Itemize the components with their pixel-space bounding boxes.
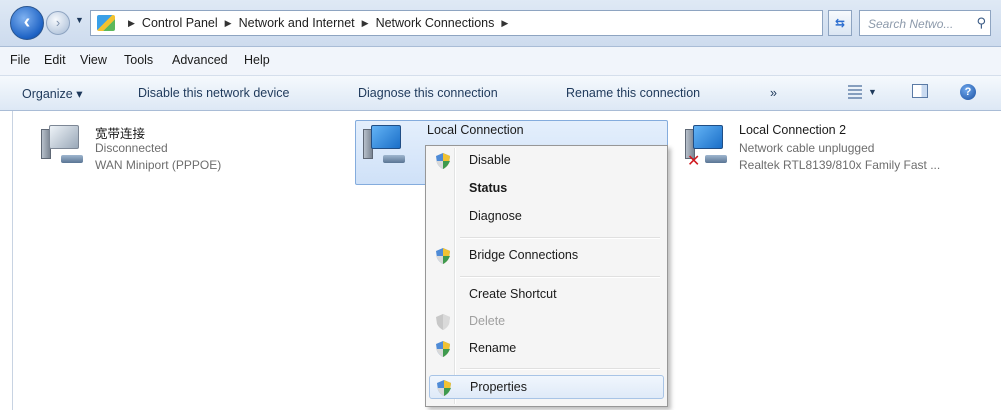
control-panel-icon — [97, 15, 115, 31]
connection-item[interactable]: ✕ Local Connection 2 Network cable unplu… — [683, 123, 998, 183]
menu-item-label: Rename — [469, 341, 517, 355]
breadcrumb-separator-icon[interactable]: ▶ — [225, 18, 232, 28]
menu-help[interactable]: Help — [244, 53, 270, 67]
menu-item-bridge-connections[interactable]: Bridge Connections — [429, 244, 664, 268]
shield-icon — [437, 380, 451, 396]
menu-item-label: Status — [469, 181, 508, 195]
menu-item-diagnose[interactable]: Diagnose — [429, 205, 664, 229]
network-computer-icon — [361, 125, 407, 165]
connection-status: Network cable unplugged — [739, 141, 875, 155]
menu-item-label: Create Shortcut — [469, 287, 557, 301]
shield-icon — [436, 248, 450, 264]
menu-tools[interactable]: Tools — [124, 53, 153, 67]
change-view-icon[interactable] — [848, 85, 862, 99]
shield-icon — [436, 153, 450, 169]
diagnose-connection-button[interactable]: Diagnose this connection — [358, 86, 498, 100]
connection-device: Realtek RTL8139/810x Family Fast ... — [739, 158, 941, 172]
menu-item-delete: Delete — [429, 310, 664, 334]
menu-separator — [460, 237, 660, 239]
disable-device-button[interactable]: Disable this network device — [138, 86, 289, 100]
menu-separator — [460, 276, 660, 278]
refresh-button[interactable]: ⇆ — [828, 10, 852, 36]
preview-pane-icon[interactable] — [912, 84, 928, 98]
breadcrumb-separator-icon[interactable]: ▶ — [362, 18, 369, 28]
explorer-window: ‹ › ▼ ▶ Control Panel ▶ Network and Interne… — [0, 0, 1001, 410]
breadcrumb-network-connections[interactable]: Network Connections — [376, 16, 495, 30]
connection-status: Disconnected — [95, 141, 168, 155]
menu-item-label: Properties — [470, 380, 527, 394]
context-menu: Disable Status Diagnose Bridge Connectio… — [425, 145, 668, 407]
menu-file[interactable]: File — [10, 53, 30, 67]
help-icon[interactable]: ? — [960, 84, 976, 100]
disconnected-x-icon: ✕ — [687, 153, 701, 170]
breadcrumb-separator-icon[interactable]: ▶ — [501, 18, 508, 28]
address-field[interactable]: ▶ Control Panel ▶ Network and Internet ▶ Netw… — [90, 10, 901, 36]
address-bar: ‹ › ▼ ▶ Control Panel ▶ Network and Interne… — [0, 0, 1001, 47]
menu-item-status[interactable]: Status — [429, 177, 664, 201]
menu-item-label: Disable — [469, 153, 511, 167]
network-computer-icon — [39, 125, 85, 165]
menu-item-label: Diagnose — [469, 209, 522, 223]
connection-item[interactable]: 宽带连接 Disconnected WAN Miniport (PPPOE) — [39, 123, 339, 183]
organize-button[interactable]: Organize ▾ — [22, 86, 82, 101]
menu-item-label: Bridge Connections — [469, 248, 579, 262]
forward-arrow-icon[interactable]: › — [46, 11, 70, 35]
connection-name: Local Connection — [427, 123, 524, 137]
breadcrumb-network-and-internet[interactable]: Network and Internet — [239, 16, 355, 30]
rename-connection-button[interactable]: Rename this connection — [566, 86, 700, 100]
menu-item-rename[interactable]: Rename — [429, 337, 664, 361]
connection-name: 宽带连接 — [95, 127, 146, 141]
menu-item-create-shortcut[interactable]: Create Shortcut — [429, 283, 664, 307]
back-arrow-icon[interactable]: ‹ — [10, 6, 44, 40]
search-input[interactable]: Search Netwo... ⚲ — [859, 10, 991, 36]
breadcrumb-control-panel[interactable]: Control Panel — [142, 16, 218, 30]
menu-separator — [460, 368, 660, 370]
menu-advanced[interactable]: Advanced — [172, 53, 228, 67]
menu-item-label: Delete — [469, 314, 506, 328]
connection-device: WAN Miniport (PPPOE) — [95, 158, 222, 172]
menu-bar: File Edit View Tools Advanced Help — [0, 47, 1001, 76]
shield-icon — [436, 341, 450, 357]
network-computer-icon: ✕ — [683, 125, 729, 170]
more-commands-button[interactable]: » — [770, 86, 777, 100]
connection-name: Local Connection 2 — [739, 123, 847, 137]
search-icon[interactable]: ⚲ — [976, 15, 986, 31]
shield-icon — [436, 314, 450, 330]
command-bar: Organize ▾ Disable this network device D… — [0, 76, 1001, 111]
menu-item-disable[interactable]: Disable — [429, 149, 664, 173]
recent-pages-dropdown-icon[interactable]: ▼ — [75, 15, 84, 25]
breadcrumb-separator-icon[interactable]: ▶ — [128, 18, 135, 28]
view-options-dropdown-icon[interactable]: ▼ — [868, 87, 877, 97]
menu-edit[interactable]: Edit — [44, 53, 66, 67]
menu-view[interactable]: View — [80, 53, 107, 67]
menu-item-properties[interactable]: Properties — [429, 375, 664, 399]
breadcrumb: ▶ Control Panel ▶ Network and Internet ▶ Netw… — [121, 16, 515, 30]
search-placeholder: Search Netwo... — [868, 17, 954, 31]
